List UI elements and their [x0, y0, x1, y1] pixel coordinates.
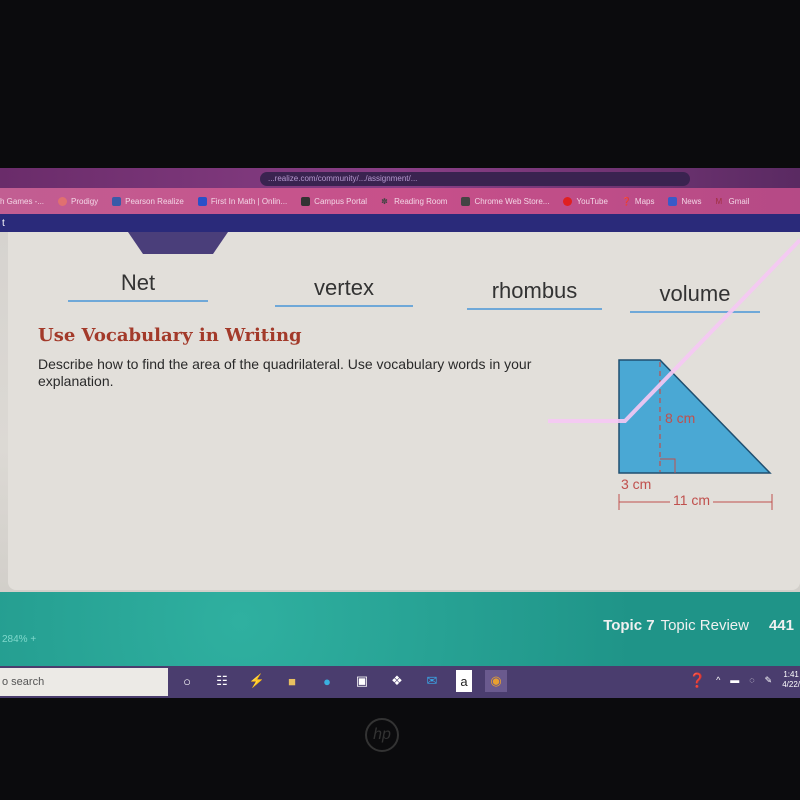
zoom-level[interactable]: 284% + [2, 634, 36, 645]
section-title: Topic Review [660, 617, 749, 634]
windows-taskbar: o search ○ ☷ ⚡ ■ ● ▣ ❖ ✉ a ◉ ❓ ^ ▬ ◌ ✎ 1… [0, 666, 800, 698]
edge-icon[interactable]: ● [316, 670, 338, 692]
topic-number: Topic 7 [603, 617, 655, 634]
system-tray: ❓ ^ ▬ ◌ ✎ 1:41 4/22/ [689, 670, 800, 690]
top-label: 3 cm [621, 476, 652, 492]
mail-icon[interactable]: ✉ [421, 670, 443, 692]
network-icon[interactable]: ◌ [749, 675, 754, 685]
task-view-icon[interactable]: ☷ [211, 670, 233, 692]
time: 1:41 [783, 670, 799, 679]
chrome-icon[interactable]: ◉ [485, 670, 507, 692]
height-label: 8 cm [665, 410, 696, 426]
cortana-icon[interactable]: ○ [176, 670, 198, 692]
dropbox-icon[interactable]: ❖ [386, 670, 408, 692]
pen-icon[interactable]: ✎ [765, 675, 773, 686]
help-icon[interactable]: ❓ [689, 672, 706, 689]
date: 4/22/ [782, 680, 800, 689]
page-footer: 284% + Topic 7 Topic Review 441 [0, 592, 800, 666]
page-number: 441 [768, 617, 794, 634]
zoom-value: 284% [2, 634, 28, 645]
store-icon[interactable]: ▣ [351, 670, 373, 692]
topic-footer: Topic 7 Topic Review 441 [603, 617, 794, 634]
base-label: 11 cm [670, 492, 714, 508]
file-explorer-icon[interactable]: ■ [281, 670, 303, 692]
clock[interactable]: 1:41 4/22/ [782, 670, 800, 690]
amazon-icon[interactable]: a [456, 670, 472, 692]
hp-logo: hp [365, 718, 399, 752]
app-icon[interactable]: ⚡ [246, 670, 268, 692]
chevron-up-icon[interactable]: ^ [716, 675, 720, 685]
taskbar-search-input[interactable]: o search [0, 668, 168, 696]
battery-icon[interactable]: ▬ [730, 675, 739, 685]
zoom-in-button[interactable]: + [30, 634, 36, 645]
